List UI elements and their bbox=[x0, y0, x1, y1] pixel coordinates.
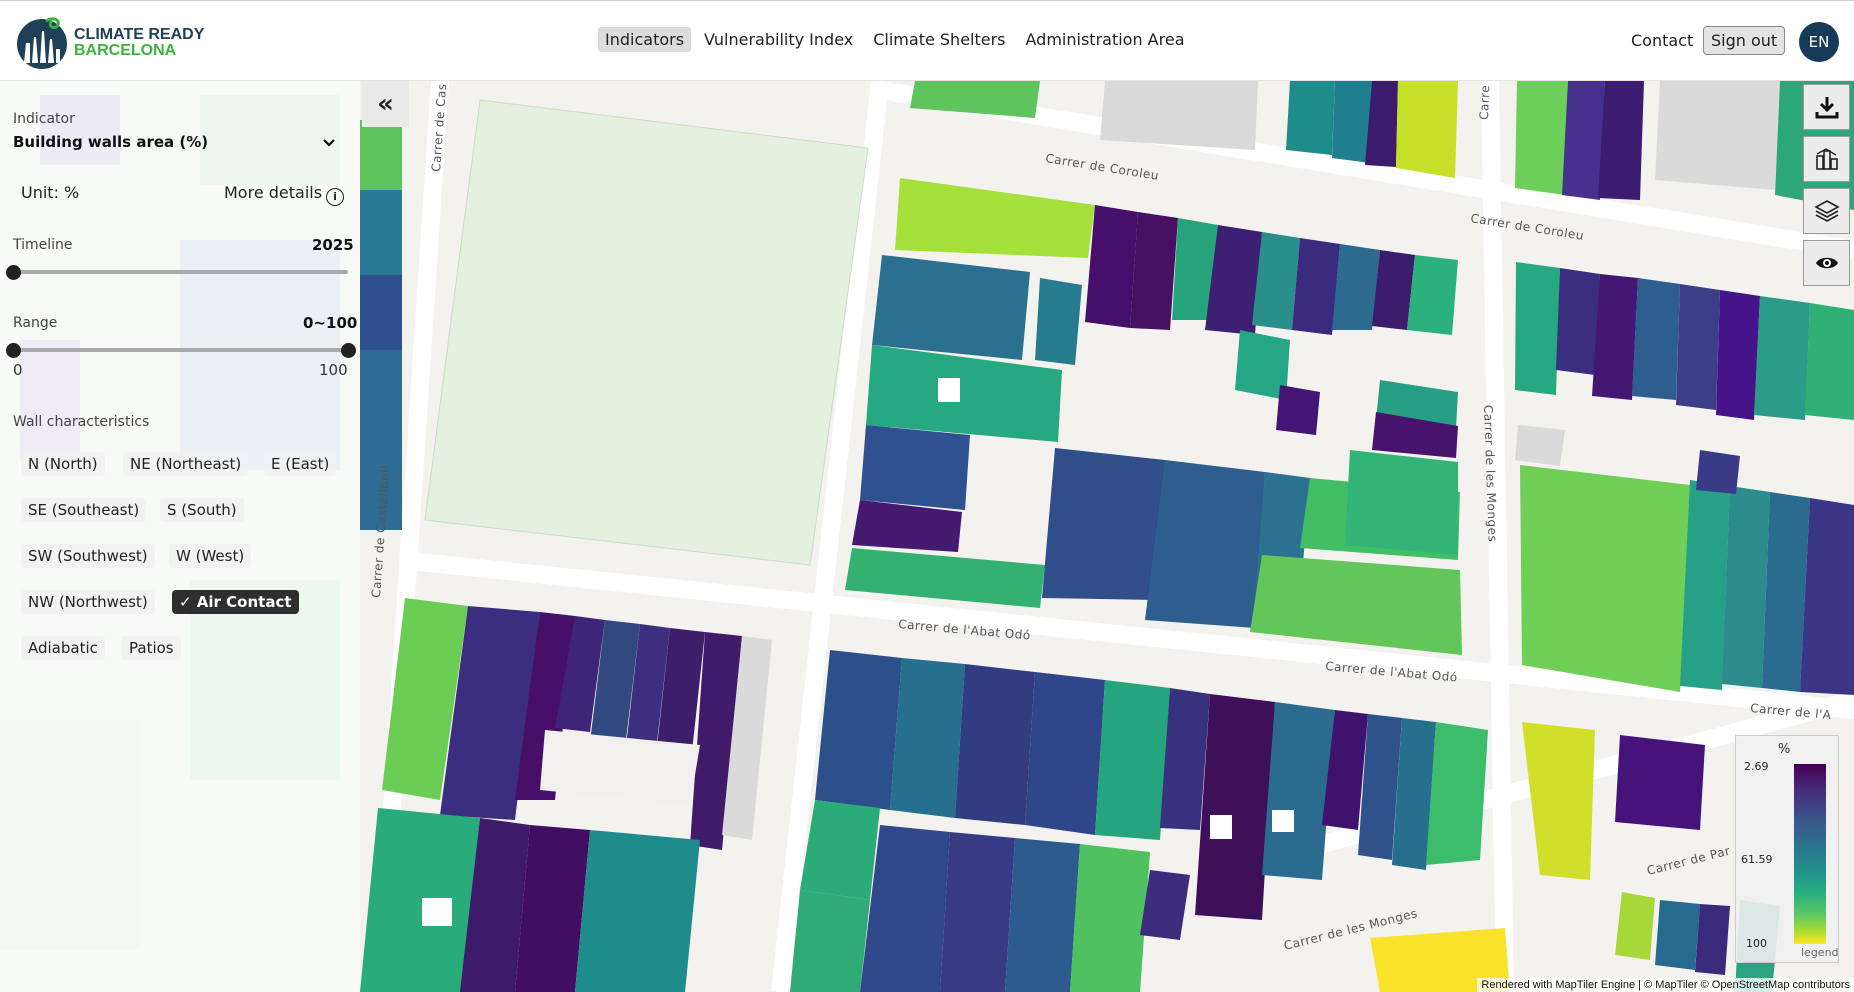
range-slider-track[interactable] bbox=[13, 348, 348, 352]
more-details-label: More details bbox=[224, 183, 323, 202]
map-legend: % 2.69 61.59 100 legend bbox=[1735, 735, 1839, 963]
legend-color-bar bbox=[1794, 764, 1826, 944]
indicator-select[interactable]: Building walls area (%) bbox=[13, 133, 208, 151]
unit-label: Unit: % bbox=[21, 183, 80, 202]
legend-tick-mid: 61.59 bbox=[1741, 853, 1773, 866]
chip-southeast[interactable]: SE (Southeast) bbox=[21, 498, 147, 522]
top-bar: CLIMATE READY BARCELONA Indicators Vulne… bbox=[0, 0, 1854, 81]
legend-unit: % bbox=[1778, 742, 1791, 757]
nav-administration-area[interactable]: Administration Area bbox=[1019, 27, 1192, 52]
range-max-handle[interactable] bbox=[341, 343, 356, 358]
chip-north[interactable]: N (North) bbox=[21, 452, 105, 476]
nav-vulnerability-index[interactable]: Vulnerability Index bbox=[697, 27, 860, 52]
timeline-label: Timeline bbox=[13, 237, 73, 253]
timeline-value: 2025 bbox=[312, 236, 354, 254]
contact-link[interactable]: Contact bbox=[1631, 31, 1693, 50]
legend-tick-top: 2.69 bbox=[1744, 760, 1769, 773]
layers-button[interactable] bbox=[1803, 188, 1850, 234]
chip-south[interactable]: S (South) bbox=[160, 498, 244, 522]
indicator-label: Indicator bbox=[13, 111, 75, 127]
legend-tick-bottom: 100 bbox=[1746, 937, 1767, 950]
sign-out-button[interactable]: Sign out bbox=[1703, 26, 1786, 55]
layers-icon bbox=[1813, 200, 1840, 222]
brand-line1: CLIMATE READY bbox=[74, 26, 205, 43]
chip-northeast[interactable]: NE (Northeast) bbox=[123, 452, 249, 476]
chart-icon bbox=[1815, 148, 1838, 170]
chip-patios[interactable]: Patios bbox=[122, 636, 181, 660]
collapse-icon: « bbox=[377, 89, 394, 119]
chip-southwest[interactable]: SW (Southwest) bbox=[21, 544, 155, 568]
map-attribution[interactable]: Rendered with MapTiler Engine | © MapTil… bbox=[1477, 978, 1854, 992]
nav-climate-shelters[interactable]: Climate Shelters bbox=[866, 27, 1012, 52]
main-nav: Indicators Vulnerability Index Climate S… bbox=[598, 27, 1192, 52]
download-button[interactable] bbox=[1803, 84, 1850, 130]
range-min-label: 0 bbox=[13, 361, 23, 379]
range-min-handle[interactable] bbox=[6, 343, 21, 358]
timeline-slider-track[interactable] bbox=[13, 270, 348, 274]
brand-line2: BARCELONA bbox=[74, 42, 177, 59]
range-label: Range bbox=[13, 315, 58, 331]
language-button[interactable]: EN bbox=[1799, 22, 1839, 62]
nav-indicators[interactable]: Indicators bbox=[598, 27, 692, 52]
eye-icon bbox=[1815, 257, 1838, 269]
collapse-panel-button[interactable]: « bbox=[362, 81, 409, 127]
chip-east[interactable]: E (East) bbox=[264, 452, 337, 476]
timeline-slider-handle[interactable] bbox=[6, 265, 21, 280]
chart-button[interactable] bbox=[1803, 136, 1850, 182]
brand-logo[interactable]: CLIMATE READY BARCELONA bbox=[16, 13, 216, 71]
download-icon bbox=[1815, 97, 1838, 119]
info-icon[interactable]: i bbox=[326, 188, 345, 206]
chip-west[interactable]: W (West) bbox=[169, 544, 252, 568]
chip-adiabatic[interactable]: Adiabatic bbox=[21, 636, 105, 660]
chip-northwest[interactable]: NW (Northwest) bbox=[21, 590, 155, 614]
range-max-label: 100 bbox=[319, 361, 348, 379]
visibility-button[interactable] bbox=[1803, 240, 1850, 286]
indicator-panel: Indicator Building walls area (%) Unit: … bbox=[0, 81, 360, 992]
chip-air-contact[interactable]: ✓ Air Contact bbox=[172, 590, 299, 614]
range-value: 0~100 bbox=[303, 314, 358, 332]
legend-caption: legend bbox=[1801, 946, 1839, 959]
chevron-down-icon[interactable] bbox=[322, 133, 336, 152]
more-details-link[interactable]: More details i bbox=[224, 183, 345, 206]
city-logo-icon bbox=[17, 17, 67, 69]
street-label: Carre bbox=[1477, 85, 1492, 120]
wall-characteristics-label: Wall characteristics bbox=[13, 414, 150, 430]
